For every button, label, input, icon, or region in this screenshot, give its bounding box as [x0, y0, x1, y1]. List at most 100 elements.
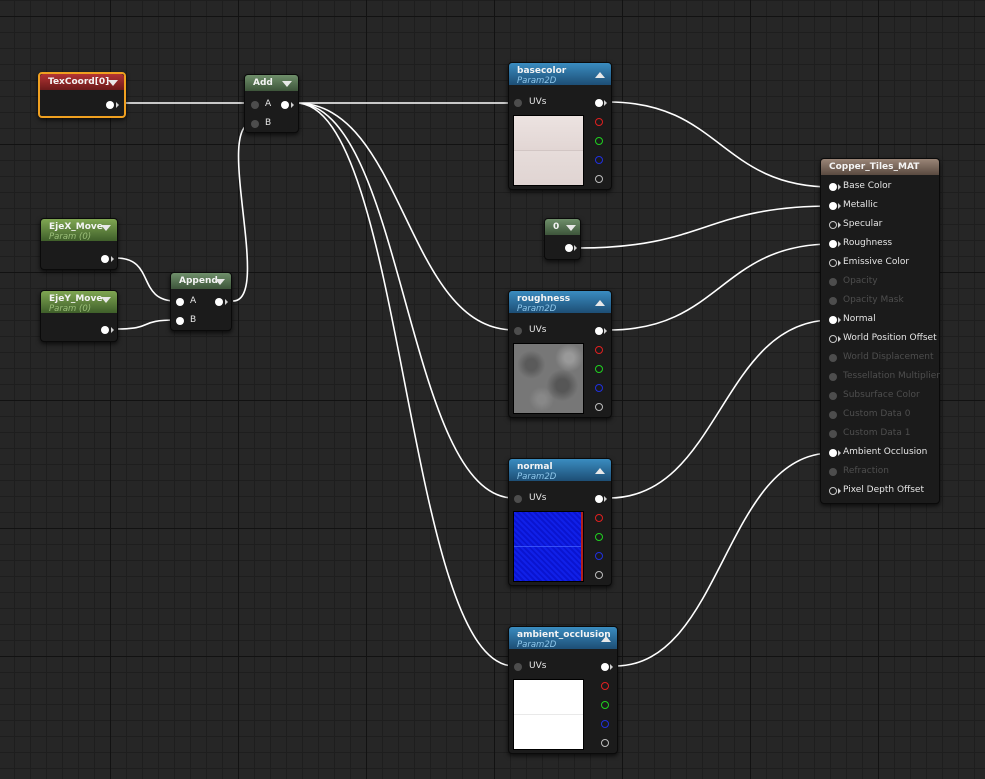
- wire-add-ao[interactable]: [295, 102, 515, 667]
- blue-output-pin[interactable]: [595, 384, 603, 392]
- material-input-pin[interactable]: [829, 183, 837, 191]
- texture-node-ambient-occlusion[interactable]: ambient_occlusion Param2D UVs: [508, 626, 618, 754]
- wire-normal-material[interactable]: [608, 319, 833, 499]
- red-output-pin[interactable]: [595, 118, 603, 126]
- add-input-a-pin[interactable]: [251, 101, 259, 109]
- wire-basecolor-material[interactable]: [608, 101, 833, 188]
- collapse-arrow-icon[interactable]: [595, 300, 605, 306]
- material-input-pin[interactable]: [829, 487, 837, 495]
- material-input-pin[interactable]: [829, 411, 837, 419]
- pin-arrow-icon: [225, 299, 228, 305]
- collapse-arrow-icon[interactable]: [282, 81, 292, 87]
- blue-output-pin[interactable]: [595, 552, 603, 560]
- green-output-pin[interactable]: [595, 533, 603, 541]
- material-input-pin[interactable]: [829, 297, 837, 305]
- collapse-arrow-icon[interactable]: [101, 297, 111, 303]
- wire-roughness-material[interactable]: [608, 243, 833, 331]
- texture-preview: [513, 679, 584, 750]
- alpha-output-pin[interactable]: [595, 175, 603, 183]
- wire-append-add[interactable]: [232, 122, 254, 302]
- append-output-pin[interactable]: [215, 298, 223, 306]
- uvs-label: UVs: [529, 661, 547, 671]
- material-input-pin[interactable]: [829, 392, 837, 400]
- wire-add-roughness[interactable]: [295, 102, 515, 331]
- collapse-arrow-icon[interactable]: [601, 636, 611, 642]
- texture-node-roughness[interactable]: roughness Param2D UVs: [508, 290, 612, 418]
- constant-output-pin[interactable]: [565, 244, 573, 252]
- append-title: Append: [179, 276, 218, 286]
- texture-node-normal[interactable]: normal Param2D UVs: [508, 458, 612, 586]
- material-input-pin[interactable]: [829, 240, 837, 248]
- alpha-output-pin[interactable]: [595, 571, 603, 579]
- texture-preview: [513, 115, 584, 186]
- collapse-arrow-icon[interactable]: [595, 72, 605, 78]
- material-input-label: Tessellation Multiplier: [843, 371, 940, 381]
- rgb-output-pin[interactable]: [595, 327, 603, 335]
- uvs-input-pin[interactable]: [514, 327, 522, 335]
- material-input-pin[interactable]: [829, 468, 837, 476]
- material-input-pin[interactable]: [829, 278, 837, 286]
- red-output-pin[interactable]: [601, 682, 609, 690]
- append-input-a-pin[interactable]: [176, 298, 184, 306]
- ejey-output-pin[interactable]: [101, 326, 109, 334]
- alpha-output-pin[interactable]: [601, 739, 609, 747]
- material-input-pin[interactable]: [829, 373, 837, 381]
- texture-header: roughness Param2D: [509, 291, 611, 314]
- ejey-title: EjeY_Move: [49, 294, 103, 304]
- append-node[interactable]: Append A B: [170, 272, 232, 331]
- red-output-pin[interactable]: [595, 346, 603, 354]
- green-output-pin[interactable]: [601, 701, 609, 709]
- rgb-output-pin[interactable]: [601, 663, 609, 671]
- uvs-input-pin[interactable]: [514, 495, 522, 503]
- alpha-output-pin[interactable]: [595, 403, 603, 411]
- material-input-label: Custom Data 0: [843, 409, 911, 419]
- rgb-output-pin[interactable]: [595, 495, 603, 503]
- wire-add-normal[interactable]: [295, 102, 515, 499]
- material-input-pin[interactable]: [829, 449, 837, 457]
- add-output-pin[interactable]: [281, 101, 289, 109]
- texture-preview: [513, 343, 584, 414]
- pin-arrow-icon: [291, 102, 294, 108]
- wire-ejey-append[interactable]: [115, 319, 177, 330]
- material-result-node[interactable]: Copper_Tiles_MAT Base Color Metallic Specu…: [820, 158, 940, 504]
- material-input-pin[interactable]: [829, 354, 837, 362]
- material-input-label: Custom Data 1: [843, 428, 911, 438]
- blue-output-pin[interactable]: [595, 156, 603, 164]
- rgb-output-pin[interactable]: [595, 99, 603, 107]
- green-output-pin[interactable]: [595, 137, 603, 145]
- collapse-arrow-icon[interactable]: [566, 225, 576, 231]
- texture-title: roughness: [517, 294, 571, 304]
- red-output-pin[interactable]: [595, 514, 603, 522]
- material-input-pin[interactable]: [829, 259, 837, 267]
- add-input-b-pin[interactable]: [251, 120, 259, 128]
- wire-constant-material[interactable]: [578, 205, 833, 249]
- ejey-move-node[interactable]: EjeY_Move Param (0): [40, 290, 118, 342]
- material-input-pin[interactable]: [829, 202, 837, 210]
- ejex-move-node[interactable]: EjeX_Move Param (0): [40, 218, 118, 270]
- ejex-output-pin[interactable]: [101, 255, 109, 263]
- texcoord-node[interactable]: TexCoord[0]: [38, 72, 126, 118]
- green-output-pin[interactable]: [595, 365, 603, 373]
- pin-arrow-icon: [604, 100, 607, 106]
- uvs-input-pin[interactable]: [514, 663, 522, 671]
- material-input-pin[interactable]: [829, 430, 837, 438]
- blue-output-pin[interactable]: [601, 720, 609, 728]
- collapse-arrow-icon[interactable]: [595, 468, 605, 474]
- material-input-pin[interactable]: [829, 335, 837, 343]
- material-title: Copper_Tiles_MAT: [829, 162, 920, 172]
- material-input-pin[interactable]: [829, 316, 837, 324]
- constant-node[interactable]: 0: [544, 218, 581, 260]
- collapse-arrow-icon[interactable]: [108, 80, 118, 86]
- add-node[interactable]: Add A B: [244, 74, 299, 133]
- collapse-arrow-icon[interactable]: [215, 279, 225, 285]
- material-header: Copper_Tiles_MAT: [821, 159, 939, 175]
- wire-ejex-append[interactable]: [115, 257, 177, 302]
- uvs-input-pin[interactable]: [514, 99, 522, 107]
- wire-ao-material[interactable]: [614, 452, 833, 667]
- pin-arrow-icon: [838, 241, 841, 247]
- material-input-pin[interactable]: [829, 221, 837, 229]
- texture-node-basecolor[interactable]: basecolor Param2D UVs: [508, 62, 612, 190]
- texcoord-output-pin[interactable]: [106, 101, 114, 109]
- append-input-b-pin[interactable]: [176, 317, 184, 325]
- collapse-arrow-icon[interactable]: [101, 225, 111, 231]
